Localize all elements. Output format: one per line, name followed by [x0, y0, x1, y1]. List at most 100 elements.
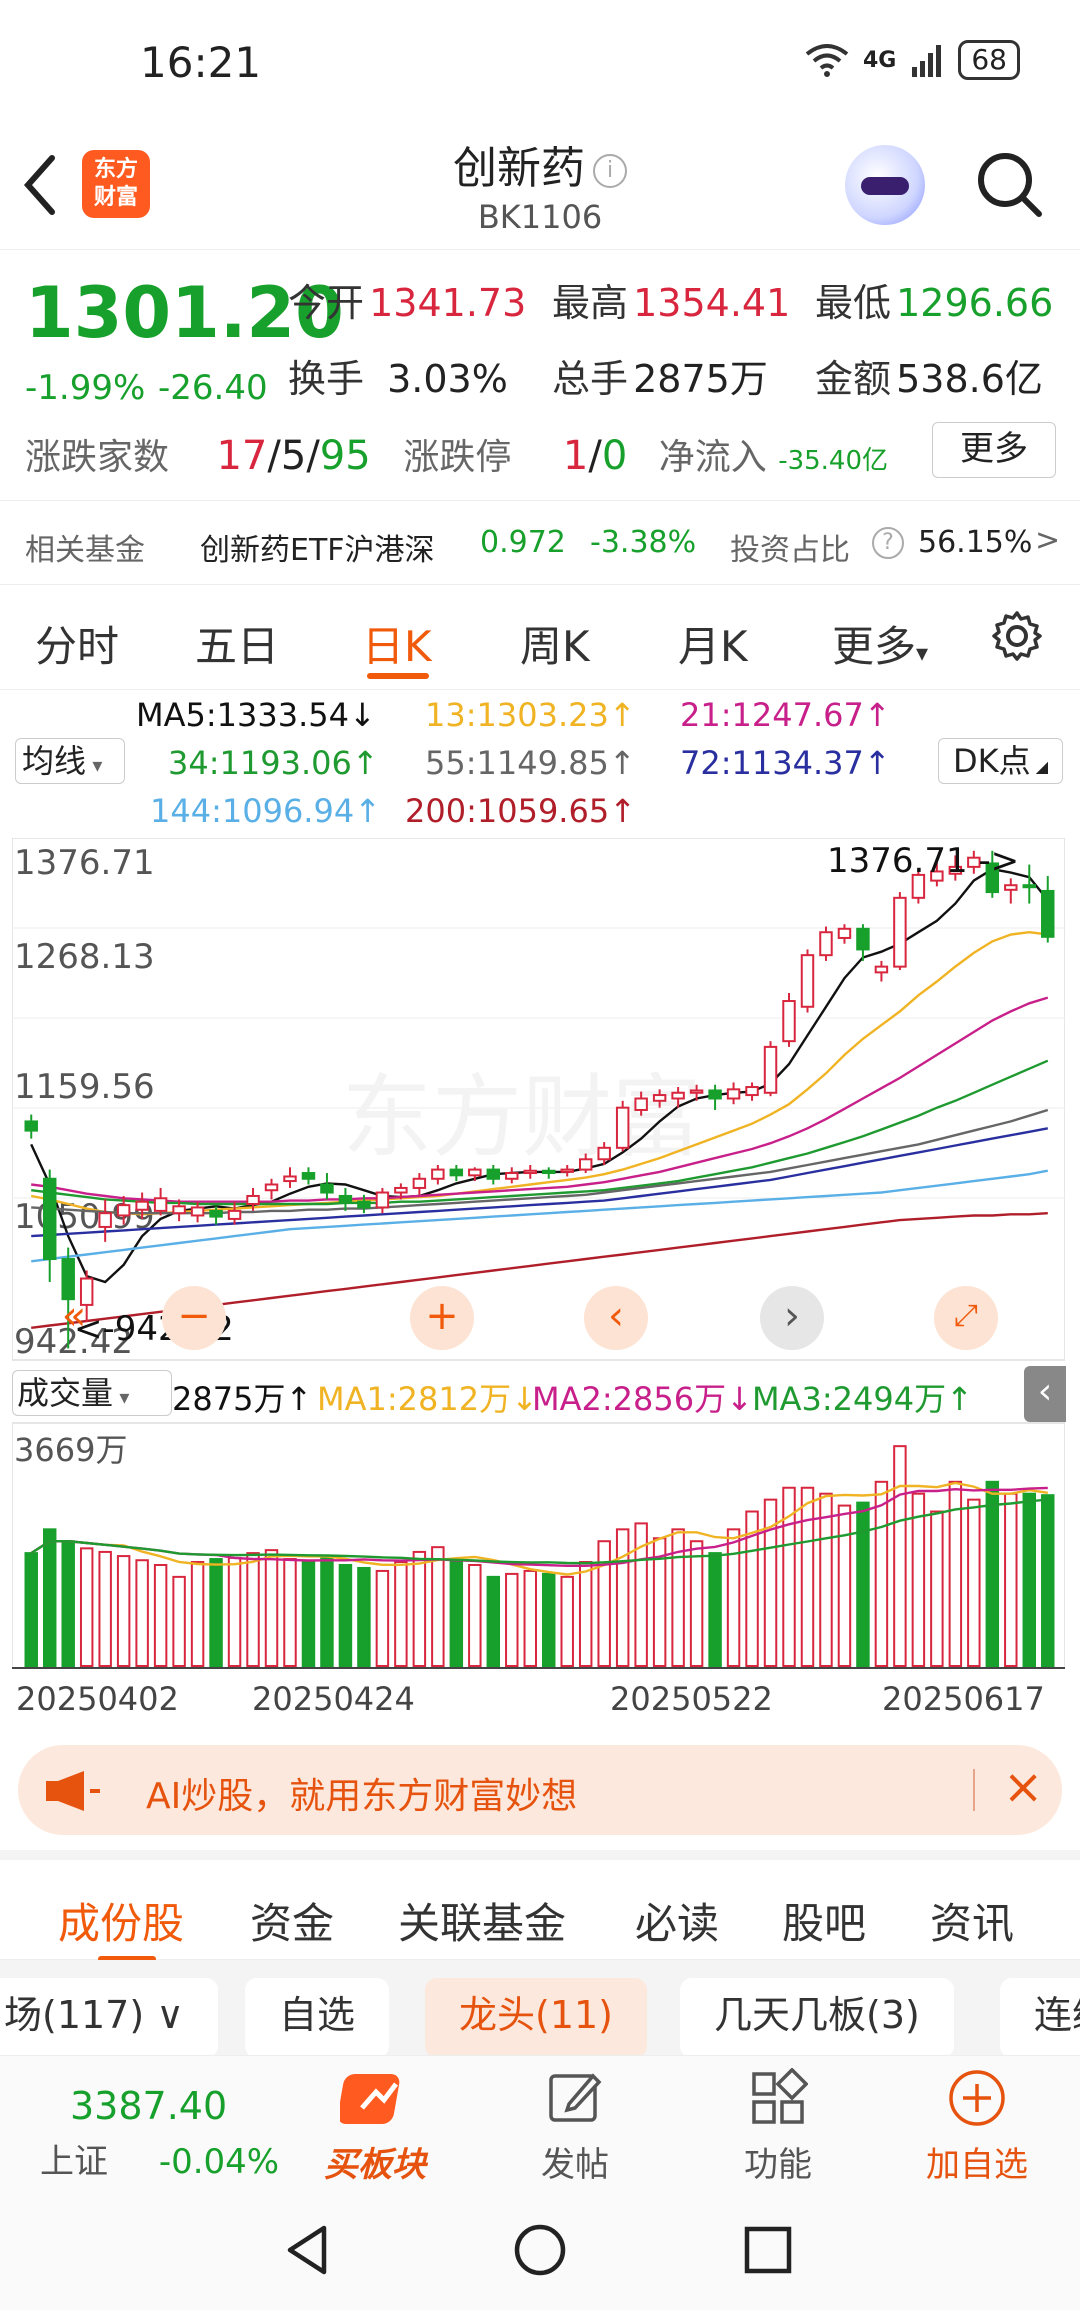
system-home-icon[interactable] — [512, 2222, 568, 2278]
dk-label: DK点 — [952, 742, 1031, 780]
index-ticker[interactable]: 3387.40 上证 -0.04% — [30, 2084, 280, 2183]
date-tick-0: 20250402 — [16, 1680, 179, 1718]
low-value: 1296.66 — [896, 281, 1054, 325]
volume-bar — [264, 1549, 279, 1668]
ma-selector[interactable]: 均线 ▾ — [15, 738, 125, 784]
candle-body — [468, 1168, 482, 1177]
netflow-label: 净流入 — [658, 437, 767, 478]
candle-body — [542, 1169, 556, 1175]
volume-bar — [209, 1558, 223, 1667]
functions-label: 功能 — [744, 2145, 812, 2185]
ma144-value: 144:1096.94↑ — [150, 792, 381, 830]
settings-gear-icon[interactable] — [990, 609, 1044, 663]
tab-5day[interactable]: 五日 — [195, 613, 279, 674]
volume-indicator-selector[interactable]: 成交量 ▾ — [12, 1370, 172, 1416]
zoom-in-icon[interactable]: + — [410, 1286, 474, 1350]
collapse-panel-icon[interactable]: ‹ — [1024, 1366, 1066, 1422]
tab-more[interactable]: 更多▾ — [832, 613, 928, 674]
more-button[interactable]: 更多 — [932, 422, 1056, 478]
candle — [893, 892, 907, 971]
vol-ma1-value: MA1:2812万↓ — [317, 1380, 538, 1418]
candle — [782, 993, 796, 1047]
candle-body — [42, 1177, 57, 1261]
candle-body — [671, 1091, 685, 1100]
ma-selector-label: 均线 — [22, 742, 87, 780]
candle-body — [320, 1183, 334, 1194]
chip-limit-boards[interactable]: 几天几板(3) — [680, 1978, 954, 2055]
volume-bar — [837, 1504, 852, 1668]
tab-constituents[interactable]: 成份股 — [58, 1890, 184, 1951]
add-watchlist-button[interactable]: 加自选 — [912, 2068, 1042, 2186]
tab-capital[interactable]: 资金 — [250, 1890, 334, 1951]
help-icon[interactable]: ? — [872, 527, 904, 559]
tab-forum[interactable]: 股吧 — [782, 1890, 866, 1951]
zoom-out-icon[interactable]: − — [162, 1286, 226, 1350]
volume-bar — [893, 1445, 907, 1667]
add-circle-icon — [949, 2070, 1005, 2126]
tab-weekly-k[interactable]: 周K — [520, 613, 590, 674]
limit-label: 涨跌停 — [403, 437, 512, 478]
tab-monthly-k[interactable]: 月K — [678, 613, 748, 674]
close-icon[interactable]: × — [1003, 1759, 1043, 1815]
open-value: 1341.73 — [369, 281, 527, 325]
functions-button[interactable]: 功能 — [718, 2067, 838, 2186]
system-recents-icon[interactable] — [740, 2222, 796, 2278]
candle-body — [615, 1106, 630, 1149]
volume-bar — [153, 1563, 168, 1668]
volume-bar — [486, 1575, 501, 1667]
limit-down-count: 0 — [601, 433, 628, 479]
volume-bar — [597, 1540, 611, 1667]
pan-left-icon[interactable]: ‹ — [584, 1286, 648, 1350]
ai-promo-banner[interactable]: AI炒股，就用东方财富妙想 × — [18, 1745, 1062, 1835]
candle-body — [745, 1086, 759, 1097]
vol-ma3-value: MA3:2494万↑ — [752, 1380, 973, 1418]
chip-consecutive[interactable]: 连续 — [1000, 1978, 1080, 2055]
ma200-value: 200:1059.65↑ — [405, 792, 636, 830]
volume-bar — [911, 1492, 926, 1667]
index-value: 3387.40 — [70, 2084, 228, 2128]
chip-watchlist[interactable]: 自选 — [245, 1978, 390, 2055]
system-back-icon[interactable] — [280, 2222, 336, 2278]
chip-leaders[interactable]: 龙头(11) — [425, 1978, 648, 2055]
volume-bar — [338, 1563, 353, 1668]
volume-bar — [800, 1486, 815, 1668]
fullscreen-icon[interactable]: ⤢ — [934, 1286, 998, 1350]
rewind-icon[interactable]: « — [42, 1286, 106, 1350]
edit-icon — [549, 2073, 602, 2122]
corner-icon: ◢ — [1030, 757, 1049, 776]
related-fund-row[interactable]: 相关基金 创新药ETF沪港深 0.972 -3.38% 投资占比 ? 56.15… — [0, 500, 1080, 585]
tab-must-read[interactable]: 必读 — [635, 1890, 719, 1951]
price-tick-1: 1268.13 — [14, 937, 155, 977]
candle-body — [689, 1089, 704, 1094]
candle-body — [153, 1197, 168, 1212]
chart-period-tabs: 分时 五日 日K 周K 月K 更多▾ — [0, 585, 1080, 690]
tab-daily-k[interactable]: 日K — [362, 613, 432, 674]
tab-intraday[interactable]: 分时 — [35, 613, 119, 674]
post-button[interactable]: 发帖 — [515, 2068, 635, 2186]
candle-body — [1041, 889, 1055, 938]
ma13-value: 13:1303.23↑ — [425, 696, 636, 734]
volume-bar — [431, 1546, 445, 1667]
candle-body — [338, 1194, 353, 1203]
candle-body — [597, 1146, 611, 1161]
tab-related-funds[interactable]: 关联基金 — [398, 1890, 566, 1951]
ai-robot-avatar[interactable] — [845, 145, 925, 225]
k-line-chart[interactable]: 东方财富 1376.71 1268.13 1159.56 1050.99 942… — [11, 837, 1066, 1728]
volume-bar — [523, 1569, 537, 1667]
volume-bar — [726, 1528, 741, 1667]
volume-stat: 总手 2875万 — [552, 348, 768, 403]
ma34-value: 34:1193.06↑ — [168, 744, 379, 782]
search-icon[interactable] — [975, 150, 1045, 220]
candle-body — [578, 1158, 593, 1171]
sector-info-tabs: 成份股 资金 关联基金 必读 股吧 资讯 — [0, 1850, 1080, 1962]
candle-body — [800, 954, 815, 1008]
info-icon[interactable]: i — [593, 154, 627, 188]
pan-right-icon[interactable]: › — [760, 1286, 824, 1350]
tab-news[interactable]: 资讯 — [930, 1890, 1014, 1951]
title-text: 创新药 — [453, 143, 585, 194]
status-icons: 4G 68 — [805, 40, 1020, 80]
chip-market[interactable]: 场(117) ∨ — [0, 1978, 219, 2055]
dk-point-button[interactable]: DK点 ◢ — [938, 738, 1063, 784]
candle-body — [209, 1209, 223, 1218]
buy-sector-button[interactable]: 买板块 — [310, 2068, 440, 2186]
